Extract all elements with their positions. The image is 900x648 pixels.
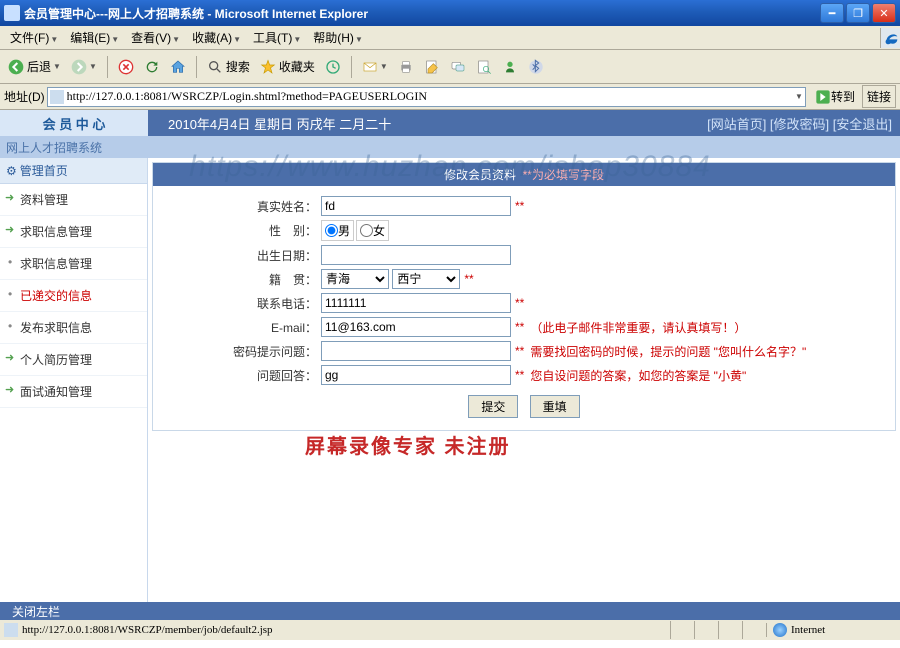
stop-button[interactable] (114, 55, 138, 79)
status-cell (694, 621, 718, 639)
menu-favorites[interactable]: 收藏(A)▼ (186, 27, 247, 48)
status-text: http://127.0.0.1:8081/WSRCZP/member/job/… (22, 624, 670, 636)
back-button[interactable]: 后退▼ (4, 55, 65, 79)
top-links[interactable]: [网站首页] [修改密码] [安全退出] (707, 114, 892, 133)
label-email: E-mail： (161, 319, 321, 336)
hint-email: （此电子邮件非常重要，请认真填写！） (530, 319, 746, 336)
page-content: 会 员 中 心 2010年4月4日 星期日 丙戌年 二月二十 [网站首页] [修… (0, 110, 900, 618)
refresh-button[interactable] (140, 55, 164, 79)
ie-logo-icon (880, 28, 900, 48)
research-button[interactable] (472, 55, 496, 79)
sidebar: ⚙ 管理首页 资料管理 求职信息管理 求职信息管理 已递交的信息 发布求职信息 … (0, 158, 148, 602)
required-mark: ** (515, 344, 524, 358)
window-maximize-button[interactable]: ❐ (846, 3, 870, 23)
main-content: 修改会员资料 **为必填写字段 真实姓名： ** 性 别： 男 (148, 158, 900, 602)
menu-file[interactable]: 文件(F)▼ (4, 27, 64, 48)
member-center-logo: 会 员 中 心 (0, 110, 148, 136)
sidebar-header[interactable]: ⚙ 管理首页 (0, 158, 147, 184)
security-zone: Internet (766, 623, 896, 637)
bluetooth-button[interactable] (524, 55, 548, 79)
input-email[interactable] (321, 317, 511, 337)
sidebar-item-submitted[interactable]: 已递交的信息 (0, 280, 147, 312)
sidebar-item-publish[interactable]: 发布求职信息 (0, 312, 147, 344)
required-mark: ** (515, 320, 524, 334)
status-cell (670, 621, 694, 639)
form-title: 修改会员资料 **为必填写字段 (153, 163, 895, 186)
menu-view[interactable]: 查看(V)▼ (125, 27, 186, 48)
links-button[interactable]: 链接 (862, 85, 896, 108)
mail-button[interactable]: ▼ (358, 55, 392, 79)
print-button[interactable] (394, 55, 418, 79)
label-realname: 真实姓名： (161, 198, 321, 215)
date-display: 2010年4月4日 星期日 丙戌年 二月二十 (168, 114, 391, 133)
label-birth: 出生日期： (161, 247, 321, 264)
address-bar: 地址(D) ▼ 转到 链接 (0, 84, 900, 110)
radio-male[interactable] (325, 224, 338, 237)
gear-icon: ⚙ (6, 164, 17, 178)
status-cell (742, 621, 766, 639)
sidebar-item-jobinfo[interactable]: 求职信息管理 (0, 216, 147, 248)
sidebar-item-profile[interactable]: 资料管理 (0, 184, 147, 216)
home-button[interactable] (166, 55, 190, 79)
top-strip: 会 员 中 心 2010年4月4日 星期日 丙戌年 二月二十 [网站首页] [修… (0, 110, 900, 136)
close-left-panel[interactable]: 关闭左栏 (0, 602, 900, 620)
required-mark: ** (515, 199, 524, 213)
address-label: 地址(D) (4, 88, 45, 105)
sidebar-item-interview[interactable]: 面试通知管理 (0, 376, 147, 408)
menu-help[interactable]: 帮助(H)▼ (307, 27, 369, 48)
go-button[interactable]: 转到 (810, 85, 860, 108)
window-close-button[interactable]: ✕ (872, 3, 896, 23)
messenger-button[interactable] (498, 55, 522, 79)
address-dropdown-icon[interactable]: ▼ (795, 92, 803, 101)
input-birth[interactable] (321, 245, 511, 265)
label-phone: 联系电话： (161, 295, 321, 312)
window-titlebar: 会员管理中心---网上人才招聘系统 - Microsoft Internet E… (0, 0, 900, 26)
hint-answer: 您自设问题的答案，如您的答案是 "小黄" (530, 367, 746, 384)
menu-tools[interactable]: 工具(T)▼ (247, 27, 307, 48)
input-realname[interactable] (321, 196, 511, 216)
label-gender: 性 别： (161, 222, 321, 239)
system-subtitle: 网上人才招聘系统 (0, 136, 900, 158)
reset-button[interactable]: 重填 (530, 395, 580, 418)
radio-female[interactable] (360, 224, 373, 237)
status-page-icon (4, 623, 18, 637)
window-title: 会员管理中心---网上人才招聘系统 - Microsoft Internet E… (24, 5, 818, 22)
edit-button[interactable] (420, 55, 444, 79)
window-minimize-button[interactable]: ━ (820, 3, 844, 23)
status-cell (718, 621, 742, 639)
menu-edit[interactable]: 编辑(E)▼ (64, 27, 125, 48)
hint-question: 需要找回密码的时候，提示的问题 "您叫什么名字？" (530, 343, 806, 360)
input-answer[interactable] (321, 365, 511, 385)
submit-button[interactable]: 提交 (468, 395, 518, 418)
input-hint-question[interactable] (321, 341, 511, 361)
address-input[interactable] (67, 89, 793, 104)
address-input-wrap[interactable]: ▼ (47, 87, 806, 107)
app-icon (4, 5, 20, 21)
favorites-button[interactable]: 收藏夹 (256, 55, 319, 79)
select-city[interactable]: 西宁 (392, 269, 460, 289)
required-mark: ** (515, 296, 524, 310)
sidebar-item-jobinfo-manage[interactable]: 求职信息管理 (0, 248, 147, 280)
label-hint-question: 密码提示问题： (161, 343, 321, 360)
select-province[interactable]: 青海 (321, 269, 389, 289)
sidebar-item-resume[interactable]: 个人简历管理 (0, 344, 147, 376)
page-icon (50, 90, 64, 104)
globe-icon (773, 623, 787, 637)
label-answer: 问题回答： (161, 367, 321, 384)
label-native: 籍 贯： (161, 271, 321, 288)
menubar: 文件(F)▼ 编辑(E)▼ 查看(V)▼ 收藏(A)▼ 工具(T)▼ 帮助(H)… (0, 26, 900, 50)
history-button[interactable] (321, 55, 345, 79)
status-bar: http://127.0.0.1:8081/WSRCZP/member/job/… (0, 618, 900, 640)
required-mark: ** (515, 368, 524, 382)
toolbar: 后退▼ ▼ 搜索 收藏夹 ▼ (0, 50, 900, 84)
forward-button[interactable]: ▼ (67, 55, 101, 79)
discuss-button[interactable] (446, 55, 470, 79)
input-phone[interactable] (321, 293, 511, 313)
required-mark: ** (464, 272, 473, 286)
search-button[interactable]: 搜索 (203, 55, 254, 79)
